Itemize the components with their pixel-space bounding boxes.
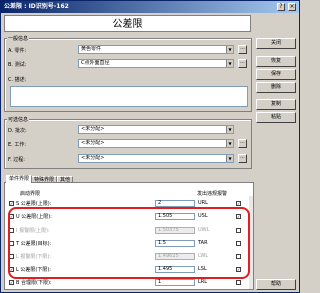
batch-select[interactable]: <未分配> ▼ xyxy=(78,125,234,134)
test-label: B. 测试: xyxy=(8,62,27,68)
job-label: E. 工作: xyxy=(8,142,27,148)
limit-label: B 合理限(下限): xyxy=(16,280,52,286)
process-browse-button[interactable]: ... xyxy=(238,154,247,163)
description-field[interactable] xyxy=(10,86,248,107)
test-value: C点外面直径 xyxy=(81,60,110,66)
limit-enable-checkbox[interactable]: ✓ xyxy=(9,280,14,285)
tab-single-limits[interactable]: 单件界限 xyxy=(6,175,33,183)
part-select[interactable]: 黄色零件 ▼ xyxy=(78,45,234,54)
limit-value-field[interactable]: 2 xyxy=(155,200,195,207)
chevron-down-icon[interactable]: ▼ xyxy=(226,46,233,53)
help-title-button[interactable]: ? xyxy=(277,3,285,11)
limit-code: URL xyxy=(198,200,208,206)
limit-enable-checkbox[interactable]: ✓ xyxy=(9,201,14,206)
general-info-label: 一般信息 xyxy=(7,35,30,42)
close-title-button[interactable]: × xyxy=(288,3,296,11)
test-browse-button[interactable]: ... xyxy=(238,59,247,68)
chevron-down-icon[interactable]: ▼ xyxy=(226,60,233,67)
test-select[interactable]: C点外面直径 ▼ xyxy=(78,59,234,68)
part-browse-button[interactable]: ... xyxy=(238,45,247,54)
page-title: 公差限 xyxy=(4,15,251,32)
chevron-down-icon[interactable]: ▼ xyxy=(226,140,233,147)
job-browse-button[interactable]: ... xyxy=(238,139,247,148)
description-label: C. 描述: xyxy=(8,77,27,83)
process-value: <未分配> xyxy=(81,155,105,161)
highlight-ring xyxy=(8,207,250,279)
alarm-header: 发出违规报警 xyxy=(197,191,228,197)
close-button[interactable]: 关闭 xyxy=(256,38,296,49)
job-value: <未分配> xyxy=(81,140,105,146)
part-label: A. 零件: xyxy=(8,48,27,54)
restore-button[interactable]: 恢复 xyxy=(256,56,296,67)
title-bar: 公差限 : ID识别号-162 xyxy=(1,1,299,13)
alarm-checkbox[interactable] xyxy=(236,280,241,285)
batch-value: <未分配> xyxy=(81,126,105,132)
chevron-down-icon[interactable]: ▼ xyxy=(226,155,233,162)
job-select[interactable]: <未分配> ▼ xyxy=(78,139,234,148)
help-button[interactable]: 帮助 xyxy=(256,279,296,290)
dialog-window: 公差限 : ID识别号-162 ? × 公差限 一般信息 A. 零件: 黄色零件… xyxy=(0,0,300,293)
copy-button[interactable]: 复制 xyxy=(256,99,296,110)
delete-button[interactable]: 删除 xyxy=(256,82,296,93)
process-label: F. 过程: xyxy=(8,157,25,163)
process-select[interactable]: <未分配> ▼ xyxy=(78,154,234,163)
limit-value-field[interactable]: 1 xyxy=(155,279,195,286)
optional-info-label: 可选信息 xyxy=(7,116,30,123)
enable-limits-header: 启动界限 xyxy=(20,191,41,197)
batch-label: D. 批次: xyxy=(8,128,27,134)
limit-label: S 公差限(上限): xyxy=(16,201,52,207)
limit-code: LRL xyxy=(198,279,208,285)
part-value: 黄色零件 xyxy=(81,46,102,52)
paste-button[interactable]: 粘贴 xyxy=(256,112,296,123)
window-title: 公差限 : ID识别号-162 xyxy=(4,3,69,10)
chevron-down-icon[interactable]: ▼ xyxy=(226,126,233,133)
alarm-checkbox[interactable]: ✓ xyxy=(236,201,241,206)
save-button[interactable]: 保存 xyxy=(256,69,296,80)
